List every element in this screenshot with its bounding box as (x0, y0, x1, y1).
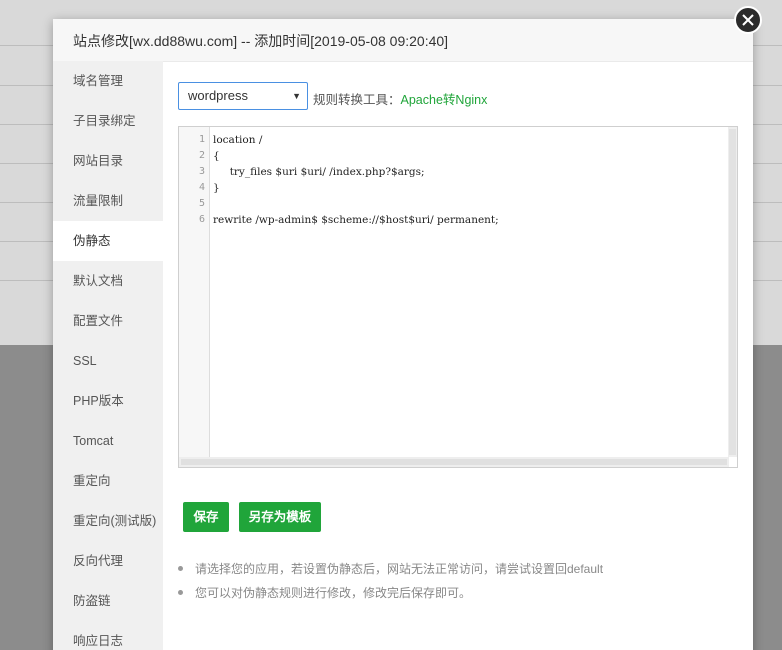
rewrite-rules-editor[interactable]: 1 2 3 4 5 6 location / { try_files $uri … (178, 126, 738, 468)
sidebar-item-rewrite[interactable]: 伪静态 (53, 221, 163, 261)
line-number: 4 (198, 182, 205, 193)
editor-vertical-scrollbar[interactable] (728, 127, 737, 457)
dialog-header: 站点修改[wx.dd88wu.com] -- 添加时间[2019-05-08 0… (53, 19, 753, 62)
editor-horizontal-scrollbar[interactable] (179, 457, 729, 467)
sidebar-item-redirect[interactable]: 重定向 (53, 461, 163, 501)
line-number: 6 (198, 214, 205, 225)
tip-text: 请选择您的应用，若设置伪静态后，网站无法正常访问，请尝试设置回default (195, 562, 604, 576)
sidebar-item-tomcat[interactable]: Tomcat (53, 421, 163, 461)
save-button[interactable]: 保存 (183, 502, 229, 532)
close-dialog-button[interactable] (734, 6, 762, 34)
tip-item: 您可以对伪静态规则进行修改，修改完后保存即可。 (178, 585, 603, 609)
sidebar-item-site-directory[interactable]: 网站目录 (53, 141, 163, 181)
close-icon (742, 14, 754, 26)
site-edit-dialog: 站点修改[wx.dd88wu.com] -- 添加时间[2019-05-08 0… (53, 19, 753, 650)
bullet-icon (178, 590, 183, 595)
sidebar-item-default-document[interactable]: 默认文档 (53, 261, 163, 301)
rewrite-template-value: wordpress (188, 88, 248, 103)
sidebar-item-ssl[interactable]: SSL (53, 341, 163, 381)
sidebar-item-traffic-limit[interactable]: 流量限制 (53, 181, 163, 221)
sidebar-item-config-file[interactable]: 配置文件 (53, 301, 163, 341)
horizontal-scroll-thumb[interactable] (181, 459, 727, 465)
conversion-tool-label: 规则转换工具： (313, 93, 401, 107)
sidebar-item-php-version[interactable]: PHP版本 (53, 381, 163, 421)
save-as-template-button[interactable]: 另存为模板 (239, 502, 321, 532)
tip-text: 您可以对伪静态规则进行修改，修改完后保存即可。 (195, 586, 472, 600)
settings-sidebar: 域名管理 子目录绑定 网站目录 流量限制 伪静态 默认文档 配置文件 SSL P… (53, 61, 163, 650)
dialog-title: 站点修改[wx.dd88wu.com] -- 添加时间[2019-05-08 0… (73, 33, 449, 49)
sidebar-item-subdirectory-binding[interactable]: 子目录绑定 (53, 101, 163, 141)
code-line[interactable]: try_files $uri $uri/ /index.php?$args; (213, 164, 425, 180)
line-number-gutter: 1 2 3 4 5 6 (179, 127, 210, 457)
tip-item: 请选择您的应用，若设置伪静态后，网站无法正常访问，请尝试设置回default (178, 561, 603, 585)
bullet-icon (178, 566, 183, 571)
help-tips: 请选择您的应用，若设置伪静态后，网站无法正常访问，请尝试设置回default 您… (178, 561, 603, 609)
code-line[interactable]: { (213, 148, 220, 164)
line-number: 1 (198, 134, 205, 145)
sidebar-item-redirect-beta[interactable]: 重定向(测试版) (53, 501, 163, 541)
sidebar-item-response-log[interactable]: 响应日志 (53, 621, 163, 650)
conversion-tool: 规则转换工具：Apache转Nginx (313, 89, 487, 108)
line-number: 5 (198, 198, 205, 209)
apache-to-nginx-link[interactable]: Apache转Nginx (401, 93, 488, 107)
sidebar-item-reverse-proxy[interactable]: 反向代理 (53, 541, 163, 581)
vertical-scroll-thumb[interactable] (729, 129, 736, 455)
sidebar-item-hotlink-protection[interactable]: 防盗链 (53, 581, 163, 621)
rewrite-template-select[interactable]: wordpress ▼ (178, 82, 308, 110)
code-line[interactable]: location / (213, 132, 262, 148)
line-number: 3 (198, 166, 205, 177)
code-line[interactable]: } (213, 180, 220, 196)
sidebar-item-domain-management[interactable]: 域名管理 (53, 61, 163, 101)
chevron-down-icon: ▼ (292, 91, 301, 101)
line-number: 2 (198, 150, 205, 161)
rewrite-panel: wordpress ▼ 规则转换工具：Apache转Nginx 1 2 3 4 … (163, 61, 753, 650)
code-line[interactable]: rewrite /wp-admin$ $scheme://$host$uri/ … (213, 212, 499, 228)
